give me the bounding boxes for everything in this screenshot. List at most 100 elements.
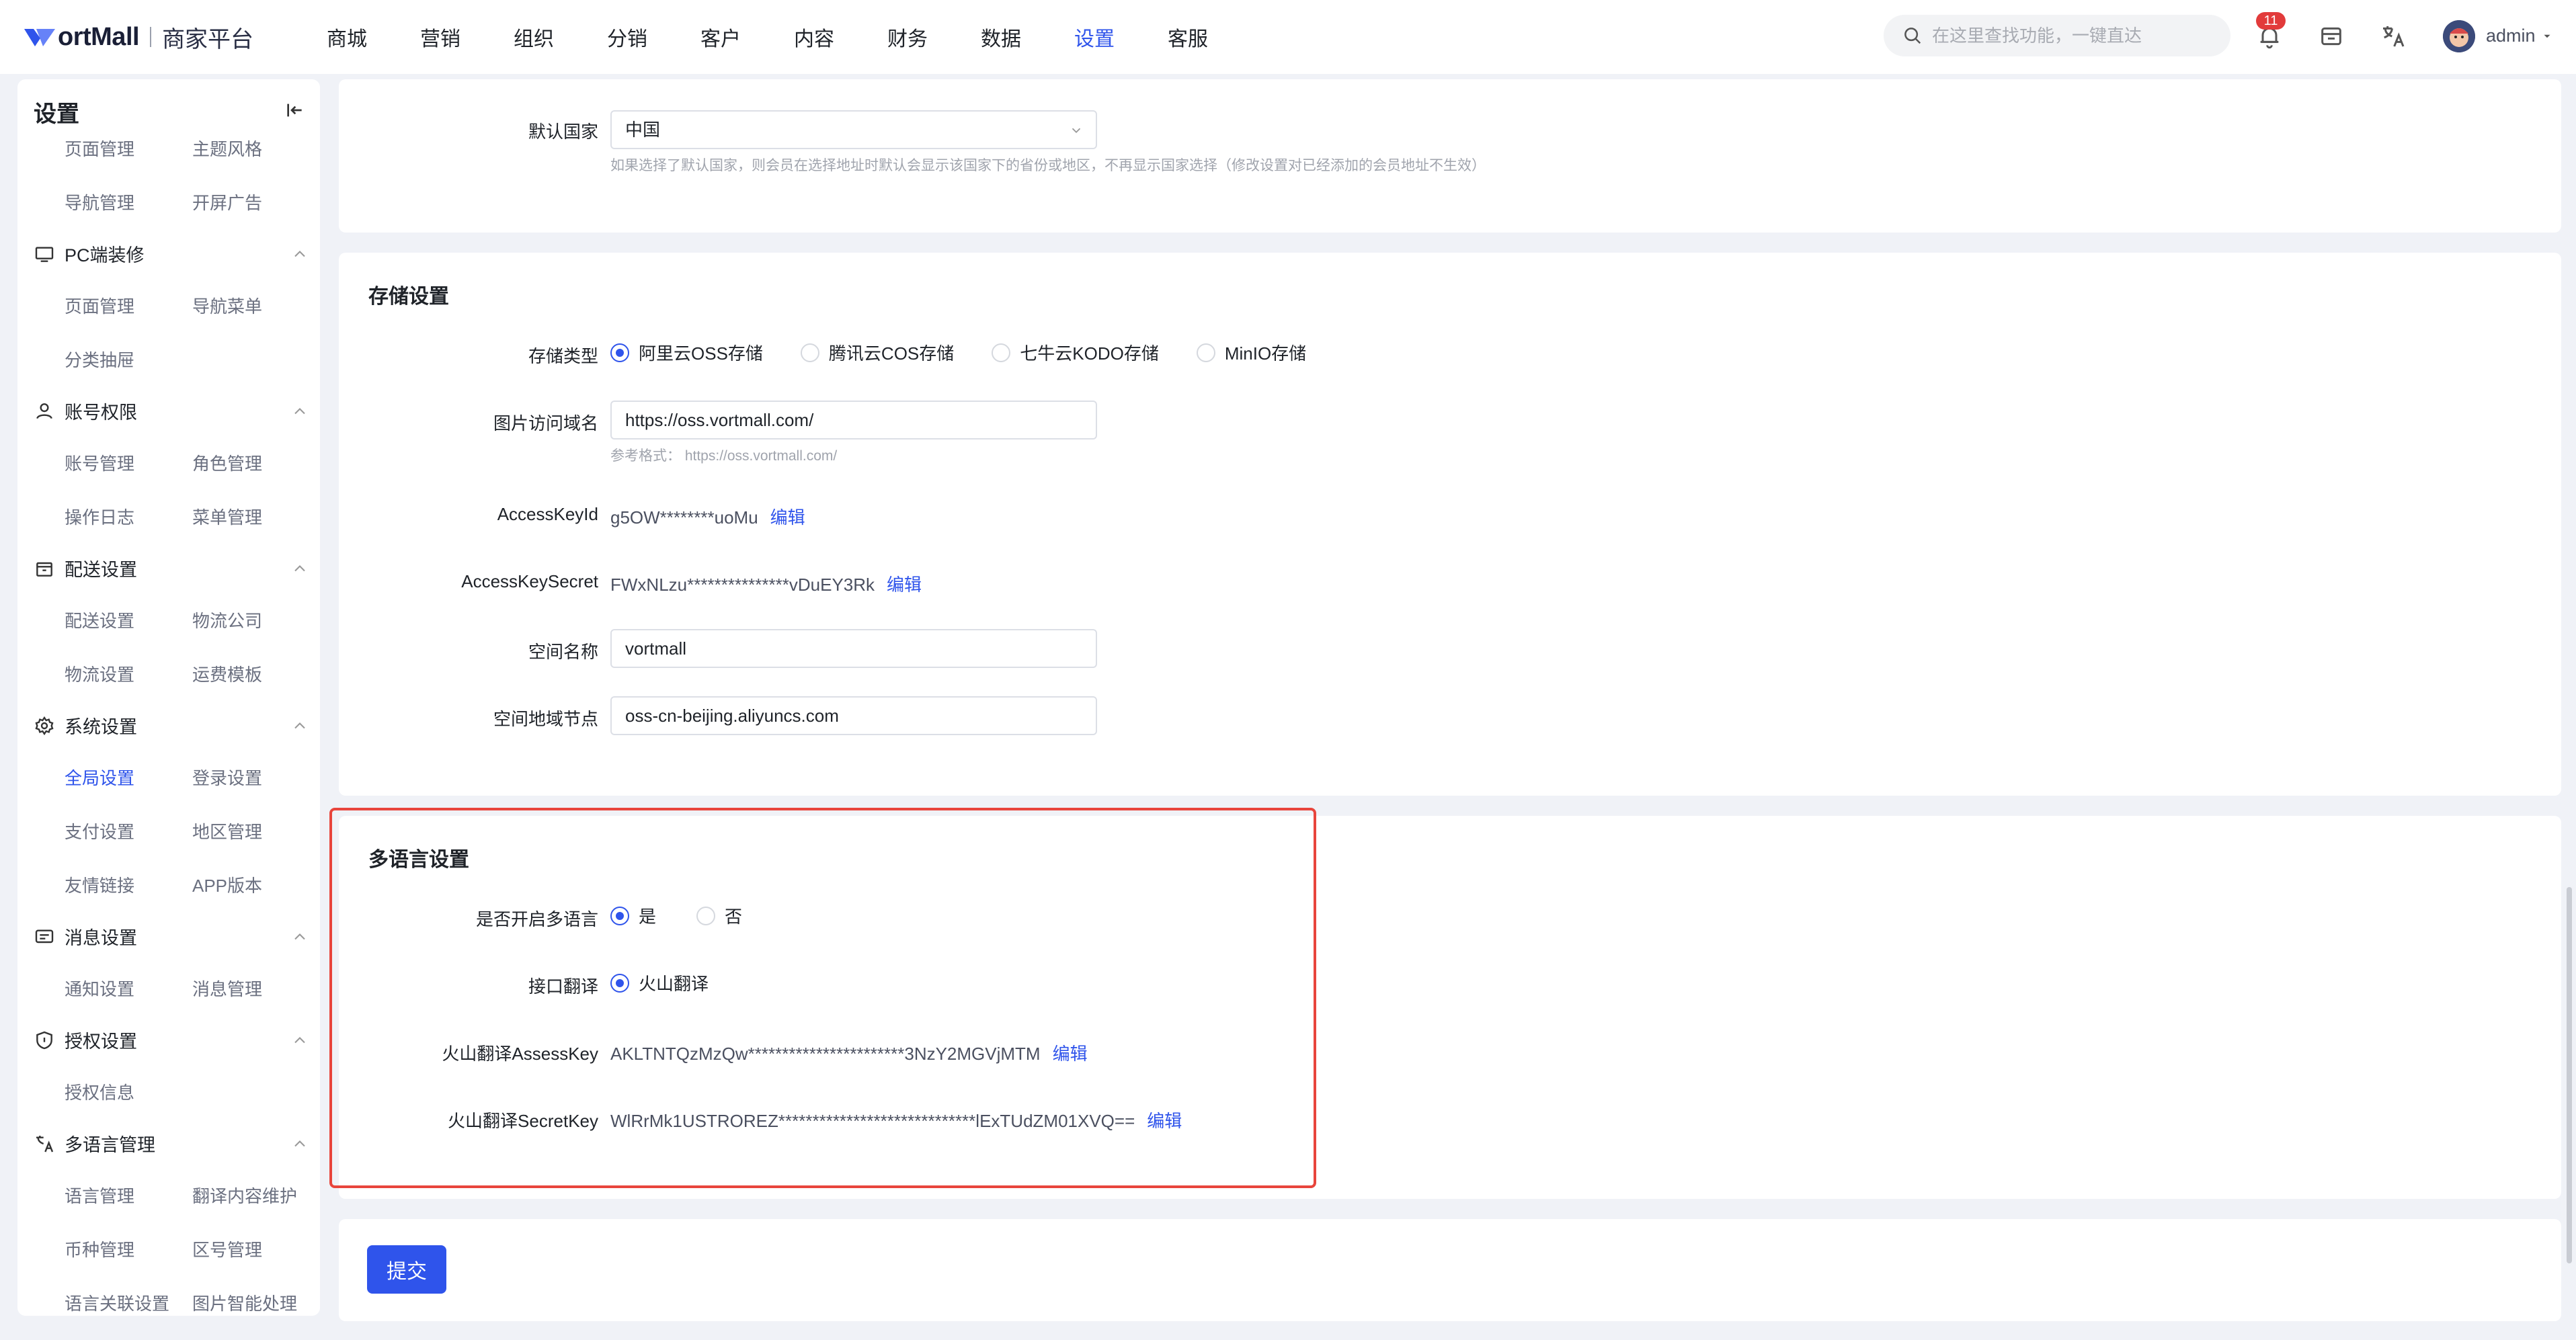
nav-mall[interactable]: 商城 (327, 22, 367, 52)
search-input[interactable] (1932, 25, 2214, 46)
logo-icon (24, 29, 55, 46)
edit-assess-key-link[interactable]: 编辑 (1053, 1044, 1088, 1064)
sidebar-group-multilanguage[interactable]: 多语言管理 (34, 1130, 309, 1157)
search-box[interactable] (1884, 15, 2230, 56)
radio-enable-no[interactable]: 否 (696, 903, 742, 928)
access-key-secret-value: FWxNLzu***************vDuEY3Rk 编辑 (610, 571, 922, 596)
api-translation-label: 接口翻译 (528, 976, 598, 997)
sidebar-item-friend-links[interactable]: 友情链接 (65, 872, 134, 897)
username: admin (2486, 26, 2536, 46)
sidebar-item-currency-management[interactable]: 币种管理 (65, 1237, 134, 1261)
nav-marketing[interactable]: 营销 (420, 22, 460, 52)
nav-data[interactable]: 数据 (981, 22, 1021, 52)
sidebar-group-label: 消息设置 (65, 928, 137, 948)
radio-aliyun-oss[interactable]: 阿里云OSS存储 (610, 340, 763, 365)
top-header: ortMall 商家平台 商城 营销 组织 分销 客户 内容 财务 数据 设置 … (0, 0, 2576, 74)
sidebar-item-category-drawer[interactable]: 分类抽屉 (65, 347, 134, 372)
sidebar-item-global-settings[interactable]: 全局设置 (65, 765, 134, 790)
notification-badge: 11 (2256, 12, 2286, 30)
image-domain-hint: 参考格式： https://oss.vortmall.com/ (610, 448, 838, 464)
radio-tencent-cos[interactable]: 腾讯云COS存储 (800, 340, 954, 365)
radio-minio[interactable]: MinIO存储 (1196, 340, 1306, 365)
image-domain-input[interactable]: https://oss.vortmall.com/ (610, 401, 1097, 439)
edit-access-key-secret-link[interactable]: 编辑 (887, 575, 922, 595)
multilanguage-settings-card: 多语言设置 是否开启多语言 是 否 接口翻译 火山翻译 火山翻译AssessKe… (339, 816, 2561, 1199)
access-key-id-value: g5OW********uoMu 编辑 (610, 504, 805, 529)
nav-settings[interactable]: 设置 (1074, 22, 1115, 52)
chevron-up-icon (294, 1140, 305, 1146)
sidebar-item-login-settings[interactable]: 登录设置 (192, 765, 262, 790)
access-key-secret-label: AccessKeySecret (461, 571, 598, 591)
chevron-up-icon (294, 250, 305, 257)
sidebar-item-freight-template[interactable]: 运费模板 (192, 661, 262, 686)
region-endpoint-label: 空间地域节点 (493, 709, 598, 729)
user-icon (36, 403, 52, 419)
radio-qiniu-kodo[interactable]: 七牛云KODO存储 (992, 340, 1159, 365)
sidebar-item-language-association[interactable]: 语言关联设置 (65, 1290, 169, 1315)
sidebar-item-region-management[interactable]: 地区管理 (192, 819, 262, 843)
sidebar-item-operation-log[interactable]: 操作日志 (65, 504, 134, 529)
sidebar-group-label: 授权设置 (65, 1032, 137, 1052)
sidebar-item-area-code-management[interactable]: 区号管理 (192, 1237, 262, 1261)
radio-label: 火山翻译 (639, 974, 709, 994)
sidebar-item-logistics-company[interactable]: 物流公司 (192, 608, 262, 632)
volcano-secret-key-text: WlRrMk1USTROREZ*************************… (610, 1111, 1135, 1131)
nav-finance[interactable]: 财务 (887, 22, 928, 52)
sidebar-item-translation-maintenance[interactable]: 翻译内容维护 (192, 1183, 297, 1208)
api-translation-radio-group: 火山翻译 (610, 970, 746, 995)
nav-distribution[interactable]: 分销 (607, 22, 647, 52)
sidebar-item-splash-ad[interactable]: 开屏广告 (192, 190, 262, 214)
sidebar-item-notification-settings[interactable]: 通知设置 (65, 976, 134, 1001)
nav-customers[interactable]: 客户 (700, 22, 741, 52)
edit-secret-key-link[interactable]: 编辑 (1147, 1111, 1182, 1131)
sidebar-item-app-version[interactable]: APP版本 (192, 872, 262, 897)
sidebar-item-nav-menu[interactable]: 导航菜单 (192, 293, 262, 318)
country-label: 默认国家 (528, 122, 598, 142)
volcano-assess-key-label: 火山翻译AssessKey (442, 1044, 598, 1064)
sidebar-item-image-smart-processing[interactable]: 图片智能处理 (192, 1290, 297, 1315)
box-icon (36, 562, 52, 577)
avatar-icon (2443, 20, 2475, 52)
submit-button[interactable]: 提交 (367, 1245, 446, 1294)
nav-organization[interactable]: 组织 (514, 22, 554, 52)
logo[interactable]: ortMall 商家平台 (23, 20, 253, 54)
sidebar-group-label: 多语言管理 (65, 1135, 155, 1155)
sidebar-item-delivery-settings[interactable]: 配送设置 (65, 608, 134, 632)
logo-text: ortMall (58, 22, 140, 51)
access-key-secret-text: FWxNLzu***************vDuEY3Rk (610, 575, 875, 595)
edit-access-key-id-link[interactable]: 编辑 (770, 507, 805, 528)
radio-volcano-translate[interactable]: 火山翻译 (610, 970, 709, 995)
bucket-name-input[interactable]: vortmall (610, 629, 1097, 668)
translate-icon (36, 1135, 54, 1152)
search-icon (1904, 28, 1921, 44)
radio-enable-yes[interactable]: 是 (610, 903, 656, 928)
sidebar-item-language-management[interactable]: 语言管理 (65, 1183, 134, 1208)
volcano-secret-key-value: WlRrMk1USTROREZ*************************… (610, 1107, 1182, 1132)
sidebar-item-pc-page-management[interactable]: 页面管理 (65, 293, 134, 318)
radio-dot (992, 343, 1011, 362)
radio-label: 是 (639, 907, 657, 927)
user-menu[interactable]: admin (2486, 26, 2553, 46)
avatar[interactable] (2443, 20, 2475, 52)
chevron-down-icon (2544, 34, 2550, 38)
sidebar-group-pc-decoration[interactable]: PC端装修 (34, 241, 309, 267)
message-icon (35, 929, 54, 943)
volcano-secret-key-label: 火山翻译SecretKey (448, 1111, 598, 1131)
page-scrollbar[interactable] (2567, 887, 2572, 1263)
top-nav: 商城 营销 组织 分销 客户 内容 财务 数据 设置 客服 (327, 0, 1261, 74)
region-endpoint-input[interactable]: oss-cn-beijing.aliyuncs.com (610, 696, 1097, 735)
sidebar-item-page-management[interactable]: 页面管理 (65, 136, 134, 161)
language-switch-icon[interactable] (2380, 23, 2407, 50)
nav-content[interactable]: 内容 (794, 22, 834, 52)
radio-dot (610, 343, 629, 362)
store-icon[interactable] (2318, 23, 2345, 50)
sidebar-item-role-management[interactable]: 角色管理 (192, 450, 262, 475)
radio-dot (1196, 343, 1215, 362)
country-select[interactable]: 中国 (610, 110, 1097, 149)
sidebar-item-account-management[interactable]: 账号管理 (65, 450, 134, 475)
sidebar-item-logistics-settings[interactable]: 物流设置 (65, 661, 134, 686)
sidebar-item-payment-settings[interactable]: 支付设置 (65, 819, 134, 843)
nav-customer-service[interactable]: 客服 (1168, 22, 1208, 52)
sidebar-item-license-info[interactable]: 授权信息 (65, 1079, 134, 1104)
sidebar-item-nav-management[interactable]: 导航管理 (65, 190, 134, 214)
